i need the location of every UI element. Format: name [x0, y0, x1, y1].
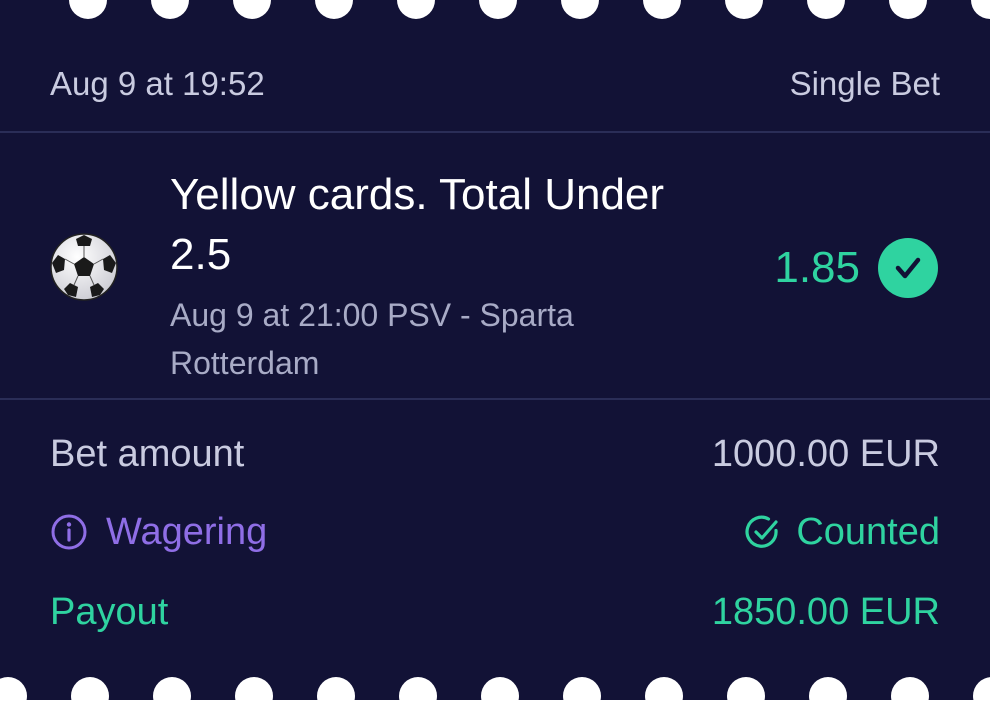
ticket-notch: [725, 0, 763, 19]
ticket-notch: [69, 0, 107, 19]
match-info-line: Rotterdam: [170, 345, 320, 381]
payout-row: Payout 1850.00 EUR: [50, 587, 940, 637]
ticket-notch: [233, 0, 271, 19]
market-title-line: 2.5: [170, 230, 232, 279]
ticket-notch: [397, 0, 435, 19]
ticket-header: Aug 9 at 19:52 Single Bet: [50, 62, 940, 106]
odds-value: 1.85: [774, 243, 860, 292]
market-title: Yellow cards. Total Under 2.5: [170, 165, 730, 285]
wagering-info[interactable]: Wagering: [50, 511, 267, 554]
wagering-status-text: Counted: [796, 510, 940, 553]
ticket-notch: [71, 677, 109, 700]
match-info: Aug 9 at 21:00 PSV - Sparta Rotterdam: [170, 291, 730, 387]
payout-value: 1850.00 EUR: [711, 590, 940, 633]
ticket-notch: [891, 677, 929, 700]
ticket-notch: [399, 677, 437, 700]
ticket-notch: [645, 677, 683, 700]
ticket-notch: [0, 677, 27, 700]
ticket-notch: [643, 0, 681, 19]
check-circle-icon: [878, 238, 938, 298]
bet-amount-label: Bet amount: [50, 432, 245, 475]
info-icon[interactable]: [50, 513, 88, 551]
ticket-notch: [479, 0, 517, 19]
ticket-notch: [973, 677, 990, 700]
wagering-row: Wagering Counted: [50, 507, 940, 557]
ticket-notch: [151, 0, 189, 19]
wagering-status: Counted: [744, 511, 940, 554]
soccer-ball-icon: [50, 233, 118, 301]
check-outline-icon: [745, 515, 778, 548]
wagering-label: Wagering: [106, 510, 268, 553]
selection-info: Yellow cards. Total Under 2.5 Aug 9 at 2…: [170, 165, 730, 387]
ticket-notch: [235, 677, 273, 700]
header-divider: [0, 131, 990, 133]
market-title-line: Yellow cards. Total Under: [170, 170, 665, 219]
ticket-notch: [317, 677, 355, 700]
bet-ticket-card: Aug 9 at 19:52 Single Bet Yellow cards. …: [0, 0, 990, 700]
ticket-notch: [809, 677, 847, 700]
ticket-notch: [807, 0, 845, 19]
selection-divider: [0, 398, 990, 400]
ticket-notch: [727, 677, 765, 700]
match-info-line: Aug 9 at 21:00 PSV - Sparta: [170, 297, 574, 333]
ticket-notch: [315, 0, 353, 19]
ticket-notch: [481, 677, 519, 700]
ticket-notch: [563, 677, 601, 700]
ticket-notch: [153, 677, 191, 700]
ticket-notch: [889, 0, 927, 19]
bet-amount-row: Bet amount 1000.00 EUR: [50, 429, 940, 479]
payout-label: Payout: [50, 590, 169, 633]
bet-amount-value: 1000.00 EUR: [711, 432, 940, 475]
bet-placed-date: Aug 9 at 19:52: [50, 65, 265, 102]
ticket-notch: [561, 0, 599, 19]
ticket-notch: [971, 0, 990, 19]
odds-status: 1.85: [774, 238, 938, 298]
bet-type-label: Single Bet: [789, 65, 940, 102]
